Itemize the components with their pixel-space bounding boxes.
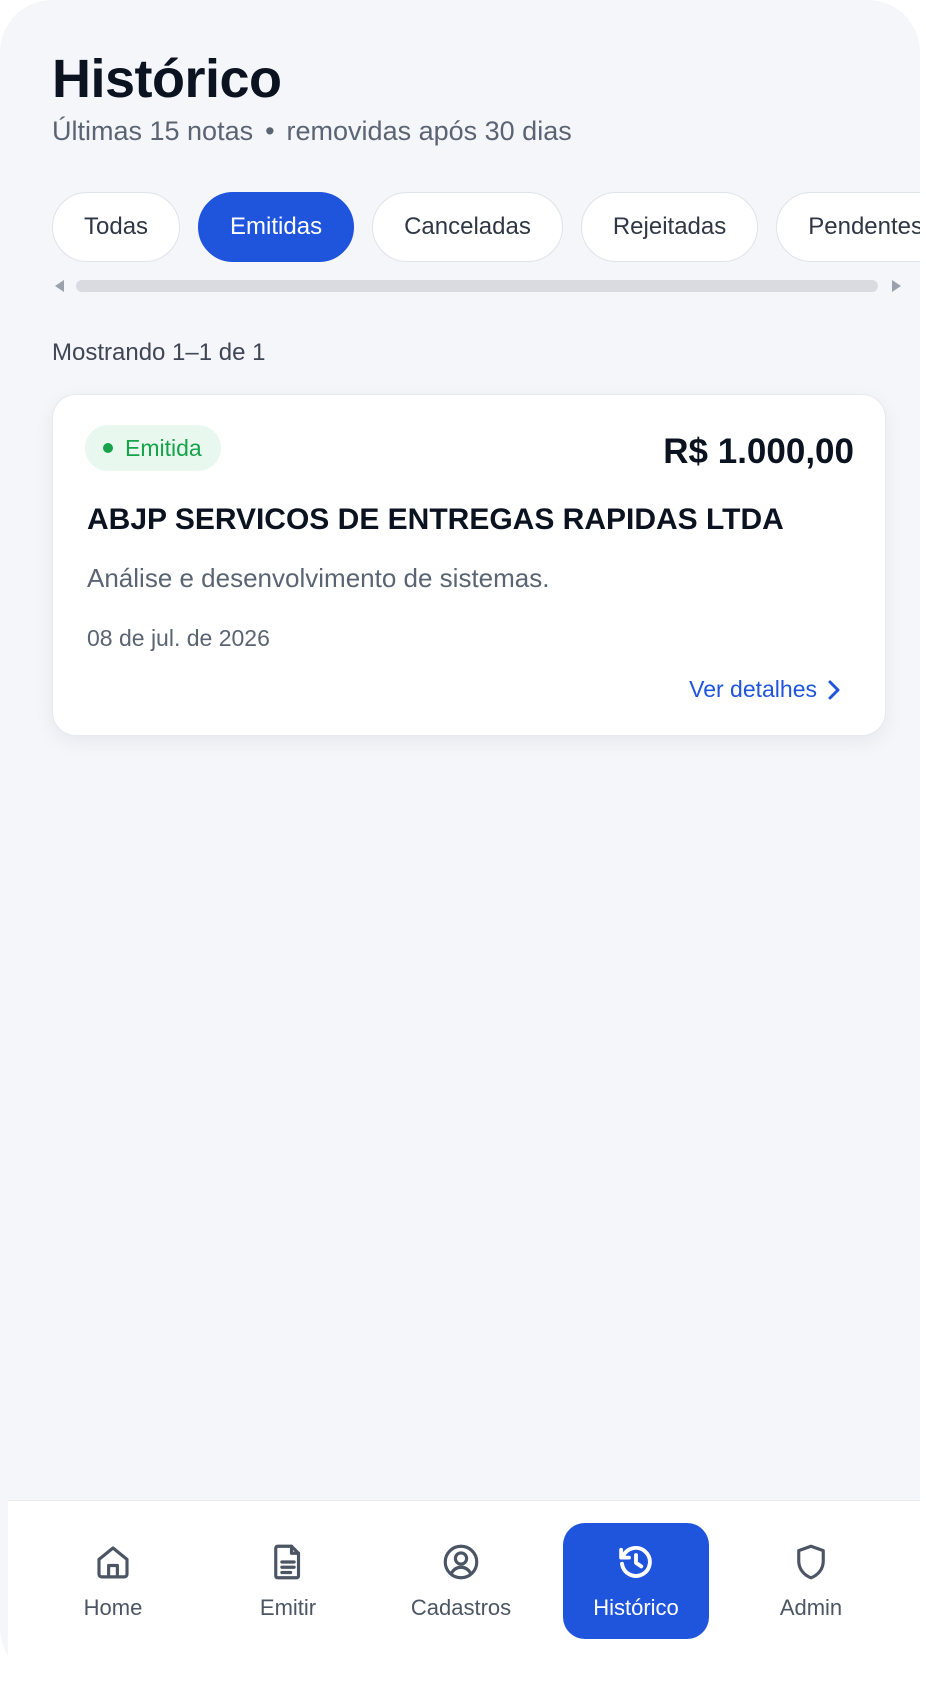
view-details-link[interactable]: Ver detalhes	[689, 676, 841, 703]
status-badge: Emitida	[85, 425, 221, 471]
subtitle-retention: removidas após 30 dias	[286, 116, 572, 146]
shield-icon	[797, 1544, 825, 1580]
filter-chip-emitidas[interactable]: Emitidas	[198, 192, 355, 262]
nav-label-historico: Histórico	[593, 1595, 679, 1620]
subtitle-separator: •	[265, 116, 275, 146]
invoice-card[interactable]: Emitida R$ 1.000,00 ABJP SERVICOS DE ENT…	[52, 394, 886, 736]
chevron-right-icon	[828, 680, 840, 699]
filter-chip-todas[interactable]: Todas	[52, 192, 181, 262]
nav-label-admin: Admin	[779, 1595, 843, 1620]
invoice-description: Análise e desenvolvimento de sistemas.	[87, 563, 550, 593]
view-details-label: Ver detalhes	[689, 676, 817, 702]
status-dot-icon	[103, 443, 113, 453]
nav-item-historico[interactable]: Histórico	[563, 1523, 709, 1639]
invoice-company: ABJP SERVICOS DE ENTREGAS RAPIDAS LTDA	[87, 503, 784, 536]
app-screen: Histórico Últimas 15 notas • removidas apó…	[0, 0, 920, 1680]
results-count: Mostrando 1–1 de 1	[52, 339, 266, 366]
filter-chip-rejeitadas[interactable]: Rejeitadas	[580, 192, 759, 262]
horizontal-scrollbar[interactable]	[52, 276, 904, 296]
user-circle-icon	[443, 1544, 479, 1580]
filter-chip-canceladas[interactable]: Canceladas	[372, 192, 563, 262]
nav-item-cadastros[interactable]: Cadastros	[388, 1523, 534, 1639]
invoice-amount: R$ 1.000,00	[663, 432, 854, 471]
scrollbar-thumb[interactable]	[76, 280, 878, 292]
subtitle-count: Últimas 15 notas	[52, 116, 254, 146]
filter-chips: Todas Emitidas Canceladas Rejeitadas Pen…	[52, 192, 920, 262]
home-icon	[97, 1546, 129, 1579]
nav-item-admin[interactable]: Admin	[738, 1523, 884, 1639]
page-subtitle: Últimas 15 notas • removidas após 30 dias	[52, 116, 572, 147]
nav-item-home[interactable]: Home	[40, 1523, 186, 1639]
nav-label-cadastros: Cadastros	[410, 1595, 512, 1620]
document-icon	[274, 1544, 301, 1580]
scroll-right-arrow-icon[interactable]	[892, 280, 901, 292]
status-label: Emitida	[125, 434, 202, 461]
history-icon	[619, 1546, 652, 1578]
filter-chip-pendentes[interactable]: Pendentes	[776, 192, 920, 262]
scroll-left-arrow-icon[interactable]	[55, 280, 64, 292]
invoice-date: 08 de jul. de 2026	[87, 625, 270, 651]
bottom-navigation: Home Emitir Cadastros Histórico Admin	[8, 1500, 920, 1680]
nav-label-emitir: Emitir	[259, 1595, 317, 1620]
page-title: Histórico	[52, 49, 282, 109]
nav-item-emitir[interactable]: Emitir	[215, 1523, 361, 1639]
nav-label-home: Home	[83, 1595, 143, 1620]
